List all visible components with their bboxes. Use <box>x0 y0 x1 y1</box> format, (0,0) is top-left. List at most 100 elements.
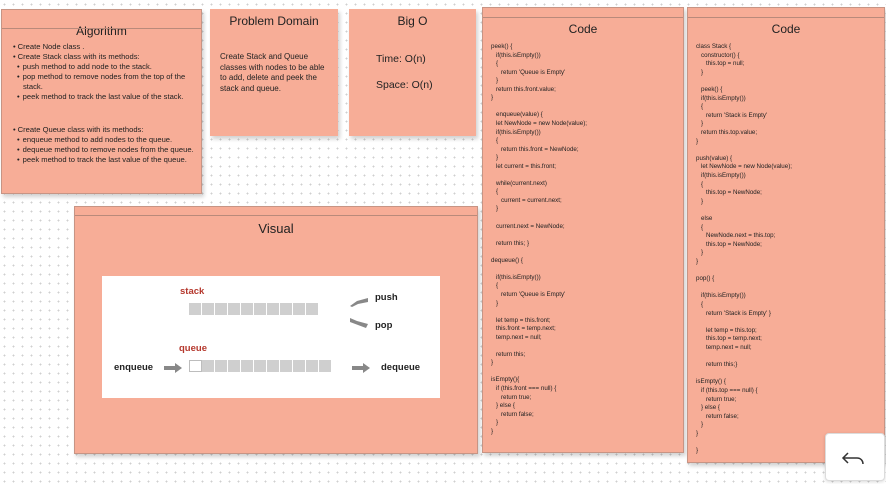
stack-cells <box>189 303 319 315</box>
push-label: push <box>375 292 398 303</box>
code-line: return true; <box>501 393 532 401</box>
code-line: { <box>496 137 499 145</box>
algorithm-list: Create Node class .Create Stack class wi… <box>13 42 197 102</box>
code-card-queue[interactable]: Code peek() {if(this.isEmpty()){return '… <box>482 7 684 453</box>
code-line: return false; <box>501 410 534 418</box>
algorithm-step: Create Queue class with its methods: <box>13 125 197 135</box>
algorithm-step: enqueue method to add nodes to the queue… <box>13 135 197 145</box>
code-line: isEmpty() { <box>696 378 726 386</box>
code-line: if(this.isEmpty()) <box>701 94 746 102</box>
code-line: return this;} <box>706 361 738 369</box>
code-line: let temp = this.front; <box>496 316 551 324</box>
code-line: if(this.isEmpty()) <box>496 51 541 59</box>
code-line: if (this.top === null) { <box>701 387 758 394</box>
space-complexity: Space: O(n) <box>376 79 433 91</box>
code-title: Code <box>771 22 801 36</box>
code-line: } <box>701 120 704 128</box>
dequeue-arrow-icon <box>352 363 370 373</box>
visual-title: Visual <box>258 221 294 236</box>
code-line: } <box>496 77 499 85</box>
queue-label: queue <box>179 343 207 354</box>
code-line: else <box>701 215 713 222</box>
card-divider <box>483 17 683 18</box>
code-line: } <box>496 419 499 427</box>
code-line: return true; <box>706 395 737 403</box>
code-line: return this; <box>496 350 526 358</box>
code-card-stack[interactable]: Code class Stack {constructor() {this.to… <box>687 7 885 463</box>
code-line: return this.front = NewNode; <box>501 145 579 153</box>
problem-domain-card[interactable]: Problem Domain Create Stack and Queue cl… <box>210 9 338 136</box>
code-line: enqueue(value) { <box>496 111 543 119</box>
code-line: current.next = NewNode; <box>496 222 565 230</box>
queue-cells <box>189 360 332 372</box>
time-complexity: Time: O(n) <box>376 53 426 65</box>
code-line: } <box>696 137 699 145</box>
code-line: } <box>696 447 699 455</box>
code-line: } <box>701 197 704 205</box>
code-line: } else { <box>496 402 515 410</box>
undo-button[interactable] <box>825 433 885 481</box>
undo-arrow-icon <box>841 452 864 465</box>
algorithm-step: push method to add node to the stack. <box>13 62 197 72</box>
code-line: } else { <box>701 404 720 412</box>
card-divider <box>75 215 477 216</box>
code-line: temp.next = null; <box>706 344 752 351</box>
problem-domain-body: Create Stack and Queue classes with node… <box>220 52 325 93</box>
code-line: if(this.isEmpty()) <box>701 172 746 179</box>
code-line: this.top = NewNode; <box>706 189 762 197</box>
code-line: if(this.isEmpty()) <box>496 273 541 281</box>
algorithm-step: dequeue method to remove nodes from the … <box>13 145 197 155</box>
pop-arrow-icon <box>350 318 368 328</box>
code-line: { <box>701 301 704 308</box>
code-line: } <box>496 205 499 213</box>
algorithm-list-queue: Create Queue class with its methods:enqu… <box>13 125 197 165</box>
code-line: if (this.front === null) { <box>496 385 557 392</box>
pop-label: pop <box>375 320 393 331</box>
code-line: this.top = temp.next; <box>706 335 762 343</box>
code-line: constructor() { <box>701 51 740 59</box>
code-line: this.top = NewNode; <box>706 240 762 248</box>
problem-domain-title: Problem Domain <box>229 14 319 28</box>
code-line: temp.next = null; <box>496 333 542 341</box>
algorithm-step: Create Node class . <box>13 42 197 52</box>
code-line: NewNode.next = this.top; <box>706 232 776 240</box>
code-line: current = current.next; <box>501 196 562 204</box>
enqueue-label: enqueue <box>114 362 154 373</box>
code-line: return this; } <box>496 239 530 247</box>
code-line: while(current.next) <box>496 179 547 187</box>
code-line: return 'Stack is Empty' <box>706 111 768 119</box>
stack-queue-diagram: stack push pop queue enqueue dequeue <box>102 276 440 398</box>
code-line: return false; <box>706 412 739 420</box>
code-line: let current = this.front; <box>496 162 557 170</box>
algorithm-step: pop method to remove nodes from the top … <box>13 72 197 92</box>
code-line: } <box>491 427 494 435</box>
code-line: } <box>701 421 704 429</box>
code-line: return 'Queue is Empty' <box>501 290 566 298</box>
code-line: if(this.isEmpty()) <box>496 128 541 136</box>
code-line: { <box>701 180 704 188</box>
code-line: return 'Stack is Empty' } <box>706 309 771 317</box>
code-line: { <box>496 188 499 196</box>
code-line: } <box>496 299 499 307</box>
card-divider <box>2 28 201 29</box>
algorithm-card[interactable]: Algorithm Create Node class .Create Stac… <box>1 9 202 194</box>
code-line: { <box>701 103 704 111</box>
big-o-card[interactable]: Big O Time: O(n) Space: O(n) <box>349 9 476 136</box>
code-line: this.top = null; <box>706 60 745 68</box>
dequeue-label: dequeue <box>381 362 421 373</box>
visual-card[interactable]: Visual stack push pop queue enqueue dequ… <box>74 206 478 454</box>
code-line: } <box>696 430 699 437</box>
code-line: return this.top.value; <box>701 129 758 136</box>
algorithm-step: peek method to track the last value of t… <box>13 155 197 165</box>
code-line: } <box>701 249 704 257</box>
code-line: this.front = temp.next; <box>496 325 556 333</box>
code-line: dequeue() { <box>491 256 523 264</box>
code-line: class Stack { <box>696 43 732 50</box>
code-line: } <box>491 94 494 102</box>
big-o-title: Big O <box>397 14 428 28</box>
stack-label: stack <box>180 286 205 297</box>
code-line: pop() { <box>696 275 715 283</box>
algorithm-step: Create Stack class with its methods: <box>13 52 197 62</box>
code-line: { <box>496 60 499 68</box>
code-line: peek() { <box>491 43 513 50</box>
